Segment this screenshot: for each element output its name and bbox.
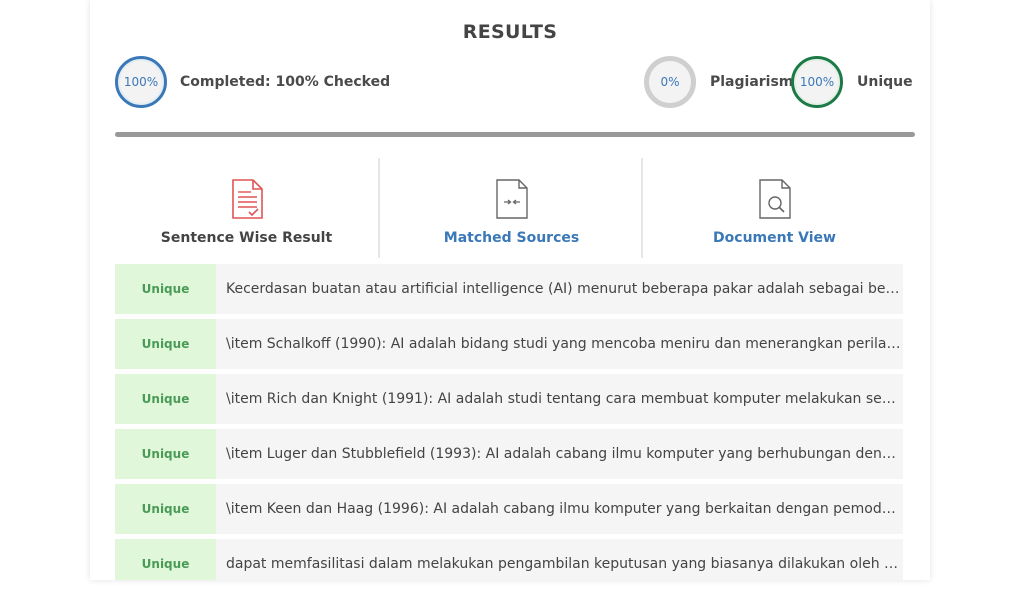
plagiarism-ring: 0% xyxy=(644,56,696,108)
unique-status-badge: Unique xyxy=(115,539,216,580)
completed-progress-ring: 100% xyxy=(115,56,167,108)
result-tabs: Sentence Wise Result Matched Sources Doc… xyxy=(115,158,903,258)
sentence-text: \item Schalkoff (1990): AI adalah bidang… xyxy=(226,336,901,352)
tab-document-view[interactable]: Document View xyxy=(643,158,906,258)
file-compare-icon xyxy=(494,178,530,220)
unique-ring: 100% xyxy=(791,56,843,108)
completed-percent: 100% xyxy=(123,75,159,89)
unique-status-badge: Unique xyxy=(115,264,216,314)
sentence-text: \item Rich dan Knight (1991): AI adalah … xyxy=(226,391,901,407)
sentence-text: \item Luger dan Stubblefield (1993): AI … xyxy=(226,446,901,462)
plagiarism-percent: 0% xyxy=(660,75,680,89)
results-title: RESULTS xyxy=(462,21,558,43)
document-report-icon xyxy=(229,178,265,220)
sentence-text: Kecerdasan buatan atau artificial intell… xyxy=(226,281,901,297)
result-row[interactable]: Unique \item Keen dan Haag (1996): AI ad… xyxy=(115,484,903,534)
result-row[interactable]: Unique Kecerdasan buatan atau artificial… xyxy=(115,264,903,314)
result-row[interactable]: Unique \item Rich dan Knight (1991): AI … xyxy=(115,374,903,424)
sentence-text: dapat memfasilitasi dalam melakukan peng… xyxy=(226,556,901,572)
completed-label: Completed: 100% Checked xyxy=(180,74,391,90)
tab-label: Matched Sources xyxy=(443,230,580,246)
unique-status-badge: Unique xyxy=(115,374,216,424)
unique-status-badge: Unique xyxy=(115,429,216,479)
sentence-results-list: Unique Kecerdasan buatan atau artificial… xyxy=(115,264,903,580)
tab-matched-sources[interactable]: Matched Sources xyxy=(380,158,643,258)
sentence-text: \item Keen dan Haag (1996): AI adalah ca… xyxy=(226,501,901,517)
unique-percent: 100% xyxy=(799,75,835,89)
result-row[interactable]: Unique dapat memfasilitasi dalam melakuk… xyxy=(115,539,903,580)
result-row[interactable]: Unique \item Luger dan Stubblefield (199… xyxy=(115,429,903,479)
result-row[interactable]: Unique \item Schalkoff (1990): AI adalah… xyxy=(115,319,903,369)
tab-sentence-wise-result[interactable]: Sentence Wise Result xyxy=(115,158,378,258)
check-progress-bar xyxy=(115,132,915,137)
unique-status-badge: Unique xyxy=(115,484,216,534)
results-panel: RESULTS 100% Completed: 100% Checked 0% … xyxy=(90,0,930,580)
tab-label: Sentence Wise Result xyxy=(160,230,333,246)
tab-label: Document View xyxy=(713,230,836,246)
document-search-icon xyxy=(757,178,793,220)
unique-status-badge: Unique xyxy=(115,319,216,369)
plagiarism-label: Plagiarism xyxy=(710,74,794,90)
unique-label: Unique xyxy=(857,74,913,90)
